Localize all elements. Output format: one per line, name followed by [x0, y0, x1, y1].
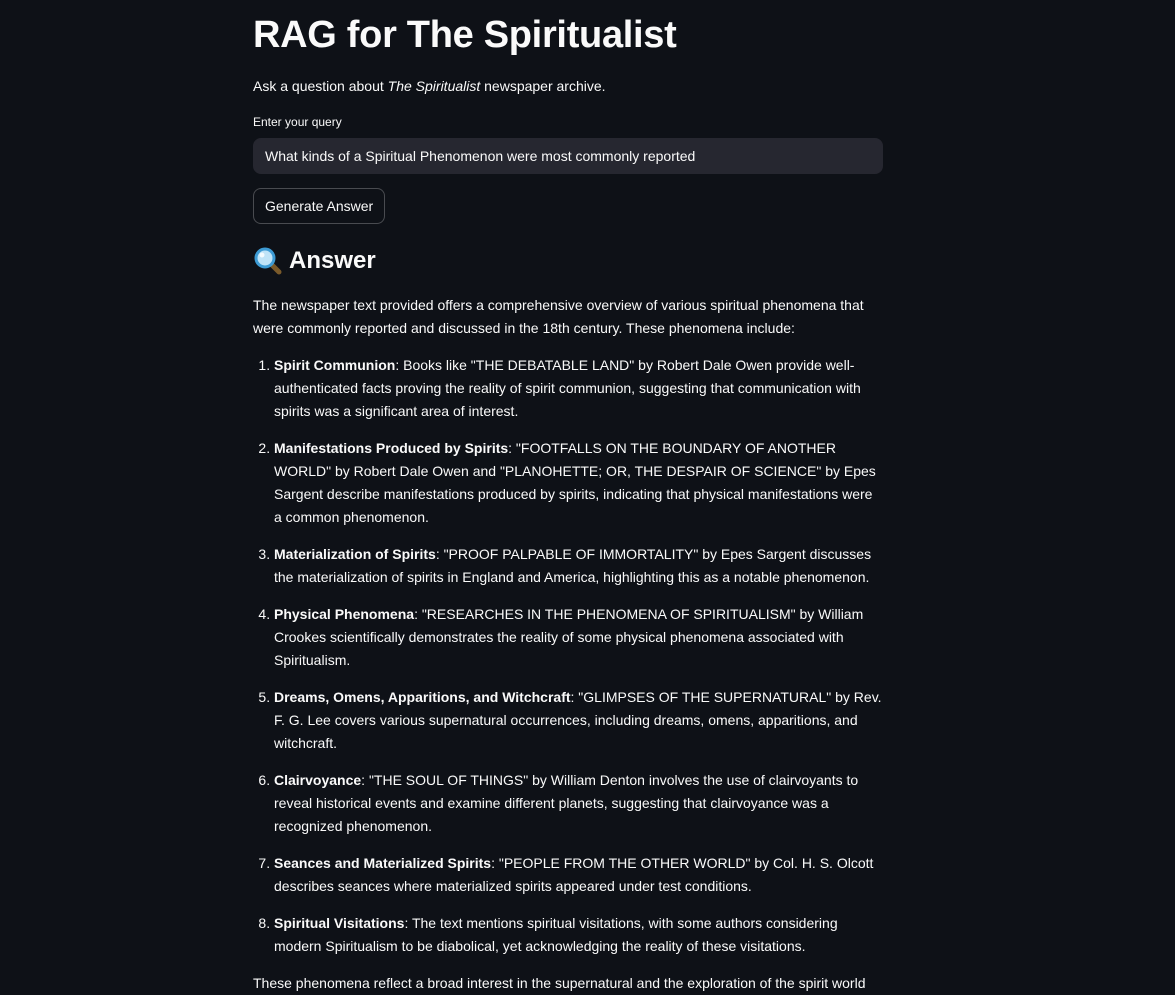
- subtitle-text-before: Ask a question about: [253, 78, 388, 94]
- list-item-title: Materialization of Spirits: [274, 546, 436, 562]
- answer-intro: The newspaper text provided offers a com…: [253, 297, 864, 336]
- list-item: Manifestations Produced by Spirits: "FOO…: [274, 437, 883, 529]
- list-item-title: Seances and Materialized Spirits: [274, 855, 492, 871]
- list-item: Dreams, Omens, Apparitions, and Witchcra…: [274, 686, 883, 755]
- generate-answer-button[interactable]: Generate Answer: [253, 188, 386, 224]
- list-item-title: Clairvoyance: [274, 772, 362, 788]
- query-label: Enter your query: [253, 115, 342, 129]
- subtitle-newspaper-name: The Spiritualist: [387, 78, 481, 94]
- list-item: Spiritual Visitations: The text mentions…: [274, 912, 883, 958]
- list-item-title: Spiritual Visitations: [274, 915, 405, 931]
- answer-outro: These phenomena reflect a broad interest…: [253, 975, 866, 991]
- query-input[interactable]: [253, 138, 883, 174]
- list-item-title: Spirit Communion: [274, 357, 396, 373]
- list-item-text: : "THE SOUL OF THINGS" by William Denton…: [274, 772, 859, 834]
- list-item: Clairvoyance: "THE SOUL OF THINGS" by Wi…: [274, 769, 883, 838]
- page-subtitle: Ask a question about The Spiritualist ne…: [253, 78, 606, 94]
- page-title: RAG for The Spiritualist: [253, 14, 677, 56]
- list-item: Physical Phenomena: "RESEARCHES IN THE P…: [274, 603, 883, 672]
- list-item-title: Dreams, Omens, Apparitions, and Witchcra…: [274, 689, 571, 705]
- list-item: Spirit Communion: Books like "THE DEBATA…: [274, 354, 883, 423]
- subtitle-text-after: newspaper archive.: [480, 78, 606, 94]
- list-item: Seances and Materialized Spirits: "PEOPL…: [274, 852, 883, 898]
- answer-body: The newspaper text provided offers a com…: [253, 294, 883, 995]
- answer-heading: Answer: [253, 246, 376, 276]
- list-item-title: Manifestations Produced by Spirits: [274, 440, 509, 456]
- list-item-title: Physical Phenomena: [274, 606, 415, 622]
- list-item: Materialization of Spirits: "PROOF PALPA…: [274, 543, 883, 589]
- magnifying-glass-icon: [254, 247, 282, 275]
- phenomena-list: Spirit Communion: Books like "THE DEBATA…: [253, 354, 883, 958]
- answer-heading-text: Answer: [289, 247, 376, 274]
